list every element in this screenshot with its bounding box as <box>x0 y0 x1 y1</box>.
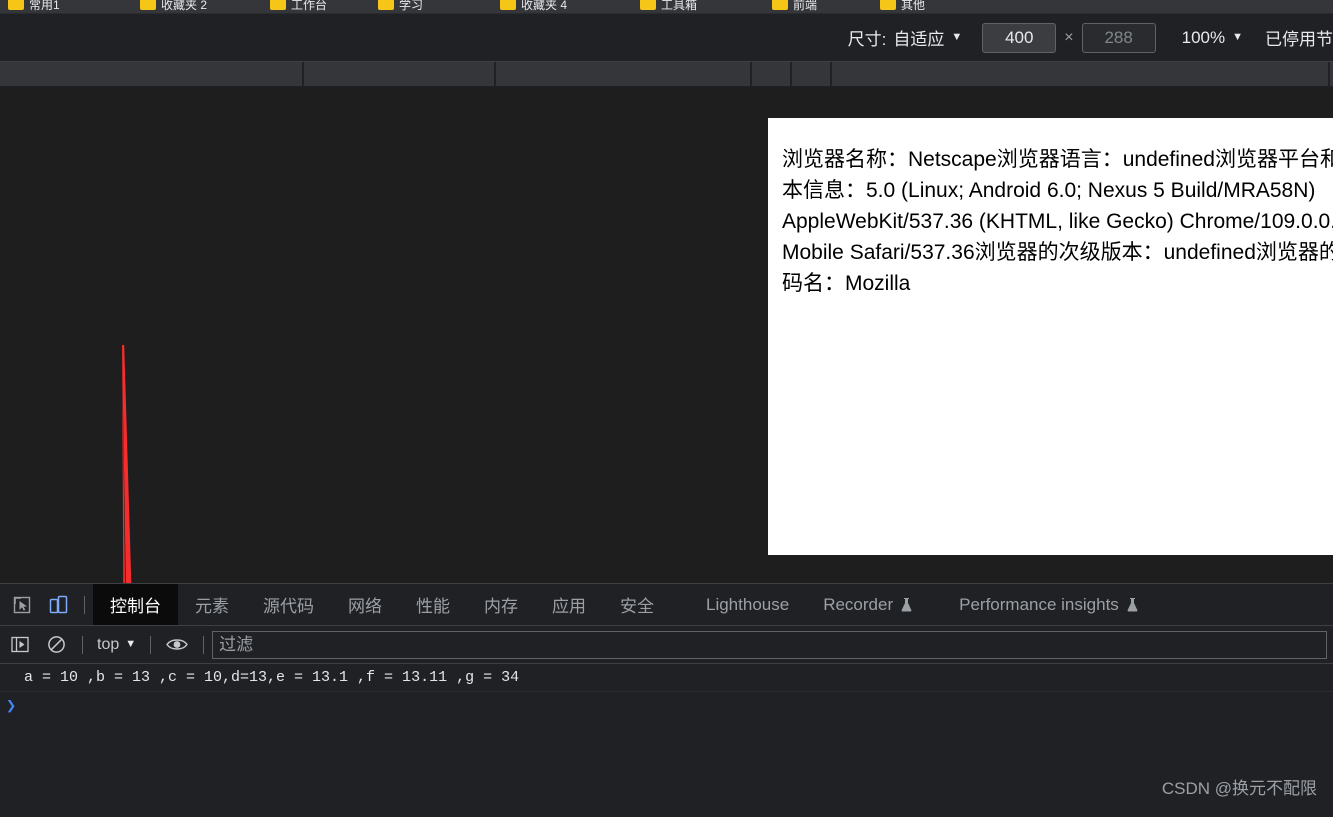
console-toolbar: top ▼ <box>0 626 1333 664</box>
bookmark-item[interactable]: 前端 <box>772 0 817 13</box>
tab-memory[interactable]: 内存 <box>467 584 535 625</box>
tab-label: 安全 <box>620 592 654 617</box>
bookmark-item[interactable]: 其他 <box>880 0 925 13</box>
tab-security[interactable]: 安全 <box>603 584 671 625</box>
network-throttle-select[interactable]: 已停用节 <box>1265 25 1333 50</box>
bookmark-label: 工作台 <box>291 0 327 13</box>
segment[interactable] <box>0 62 304 86</box>
bookmark-label: 收藏夹 4 <box>521 0 567 13</box>
folder-icon <box>880 0 896 10</box>
prompt-caret-icon: ❯ <box>6 696 16 717</box>
tab-application[interactable]: 应用 <box>535 584 603 625</box>
tab-console[interactable]: 控制台 <box>93 584 178 625</box>
emulated-page-area: 浏览器名称：Netscape浏览器语言：undefined浏览器平台和版本信息：… <box>0 87 1333 583</box>
device-emulation-toolbar: 尺寸: 自适应 ▼ × 100% ▼ 已停用节 <box>0 14 1333 62</box>
tab-lighthouse[interactable]: Lighthouse <box>689 584 806 625</box>
experimental-flask-icon <box>1126 597 1139 612</box>
chevron-down-icon: ▼ <box>1232 32 1243 43</box>
tab-label: 应用 <box>552 592 586 617</box>
bookmark-item[interactable]: 常用1 <box>8 0 60 13</box>
device-viewport[interactable]: 浏览器名称：Netscape浏览器语言：undefined浏览器平台和版本信息：… <box>768 118 1333 555</box>
toolbar-divider <box>150 636 151 654</box>
bookmark-item[interactable]: 工作台 <box>270 0 327 13</box>
console-output-list: a = 10 ,b = 13 ,c = 10,d=13,e = 13.1 ,f … <box>0 664 1333 720</box>
toolbar-divider <box>84 596 85 614</box>
bookmark-item[interactable]: 工具箱 <box>640 0 697 13</box>
tab-label: 控制台 <box>110 592 161 617</box>
device-zoom-select[interactable]: 100% ▼ <box>1182 28 1243 48</box>
segment[interactable] <box>496 62 752 86</box>
folder-icon <box>8 0 24 10</box>
console-sidebar-icon[interactable] <box>5 630 35 660</box>
bookmark-item[interactable]: 收藏夹 2 <box>140 0 207 13</box>
bookmark-label: 其他 <box>901 0 925 13</box>
bookmark-item[interactable]: 学习 <box>378 0 423 13</box>
clear-console-icon[interactable] <box>41 630 71 660</box>
tab-label: 内存 <box>484 592 518 617</box>
toolbar-divider <box>203 636 204 654</box>
inspect-element-icon[interactable] <box>7 590 37 620</box>
page-body-text: 浏览器名称：Netscape浏览器语言：undefined浏览器平台和版本信息：… <box>768 118 1333 299</box>
devtools-panel: 控制台 元素 源代码 网络 性能 内存 应用 安全 Lighthouse Rec… <box>0 583 1333 817</box>
device-height-input[interactable] <box>1082 23 1156 53</box>
bookmark-label: 工具箱 <box>661 0 697 13</box>
folder-icon <box>500 0 516 10</box>
csdn-watermark: CSDN @换元不配限 <box>1162 774 1317 799</box>
bookmark-item[interactable]: 收藏夹 4 <box>500 0 567 13</box>
folder-icon <box>140 0 156 10</box>
execution-context-select[interactable]: top ▼ <box>91 636 142 654</box>
red-pointer-arrow <box>95 327 175 583</box>
bookmark-label: 常用1 <box>29 0 60 13</box>
console-prompt[interactable]: ❯ <box>0 692 1333 720</box>
bookmarks-bar: 常用1 收藏夹 2 工作台 学习 收藏夹 4 工具箱 前端 其他 <box>0 0 1333 14</box>
device-zoom-value: 100% <box>1182 28 1225 48</box>
tab-label: Recorder <box>823 595 893 615</box>
screen-root: 常用1 收藏夹 2 工作台 学习 收藏夹 4 工具箱 前端 其他 尺寸: 自适应… <box>0 0 1333 817</box>
folder-icon <box>270 0 286 10</box>
dimension-separator: × <box>1064 29 1073 47</box>
execution-context-value: top <box>97 636 119 654</box>
segment[interactable] <box>304 62 496 86</box>
tab-label: 性能 <box>416 592 450 617</box>
tab-label: 网络 <box>348 592 382 617</box>
tab-sources[interactable]: 源代码 <box>246 584 331 625</box>
tab-performance-insights[interactable]: Performance insights <box>942 584 1156 625</box>
experimental-flask-icon <box>900 597 913 612</box>
tab-recorder[interactable]: Recorder <box>806 584 930 625</box>
tab-label: 源代码 <box>263 592 314 617</box>
folder-icon <box>772 0 788 10</box>
folder-icon <box>640 0 656 10</box>
tab-label: Lighthouse <box>706 595 789 615</box>
console-filter-input[interactable] <box>219 632 1320 658</box>
bookmark-label: 收藏夹 2 <box>161 0 207 13</box>
device-size-value: 自适应 <box>893 25 944 50</box>
device-size-label: 尺寸: <box>848 25 887 50</box>
tab-network[interactable]: 网络 <box>331 584 399 625</box>
console-filter-wrapper[interactable] <box>212 631 1327 659</box>
devtools-tabbar: 控制台 元素 源代码 网络 性能 内存 应用 安全 Lighthouse Rec… <box>0 584 1333 626</box>
chevron-down-icon: ▼ <box>125 639 136 650</box>
segment-strip <box>0 62 1333 87</box>
live-expression-icon[interactable] <box>162 630 192 660</box>
toolbar-divider <box>82 636 83 654</box>
tab-elements[interactable]: 元素 <box>178 584 246 625</box>
console-log-row[interactable]: a = 10 ,b = 13 ,c = 10,d=13,e = 13.1 ,f … <box>0 664 1333 692</box>
segment[interactable] <box>832 62 1330 86</box>
device-size-select[interactable]: 尺寸: 自适应 ▼ <box>842 25 969 50</box>
device-toolbar-icon[interactable] <box>43 590 73 620</box>
segment[interactable] <box>752 62 792 86</box>
chevron-down-icon: ▼ <box>951 32 962 43</box>
folder-icon <box>378 0 394 10</box>
tab-performance[interactable]: 性能 <box>399 584 467 625</box>
tab-label: 元素 <box>195 592 229 617</box>
bookmark-label: 学习 <box>399 0 423 13</box>
bookmark-label: 前端 <box>793 0 817 13</box>
segment[interactable] <box>792 62 832 86</box>
device-width-input[interactable] <box>982 23 1056 53</box>
tab-label: Performance insights <box>959 595 1119 615</box>
